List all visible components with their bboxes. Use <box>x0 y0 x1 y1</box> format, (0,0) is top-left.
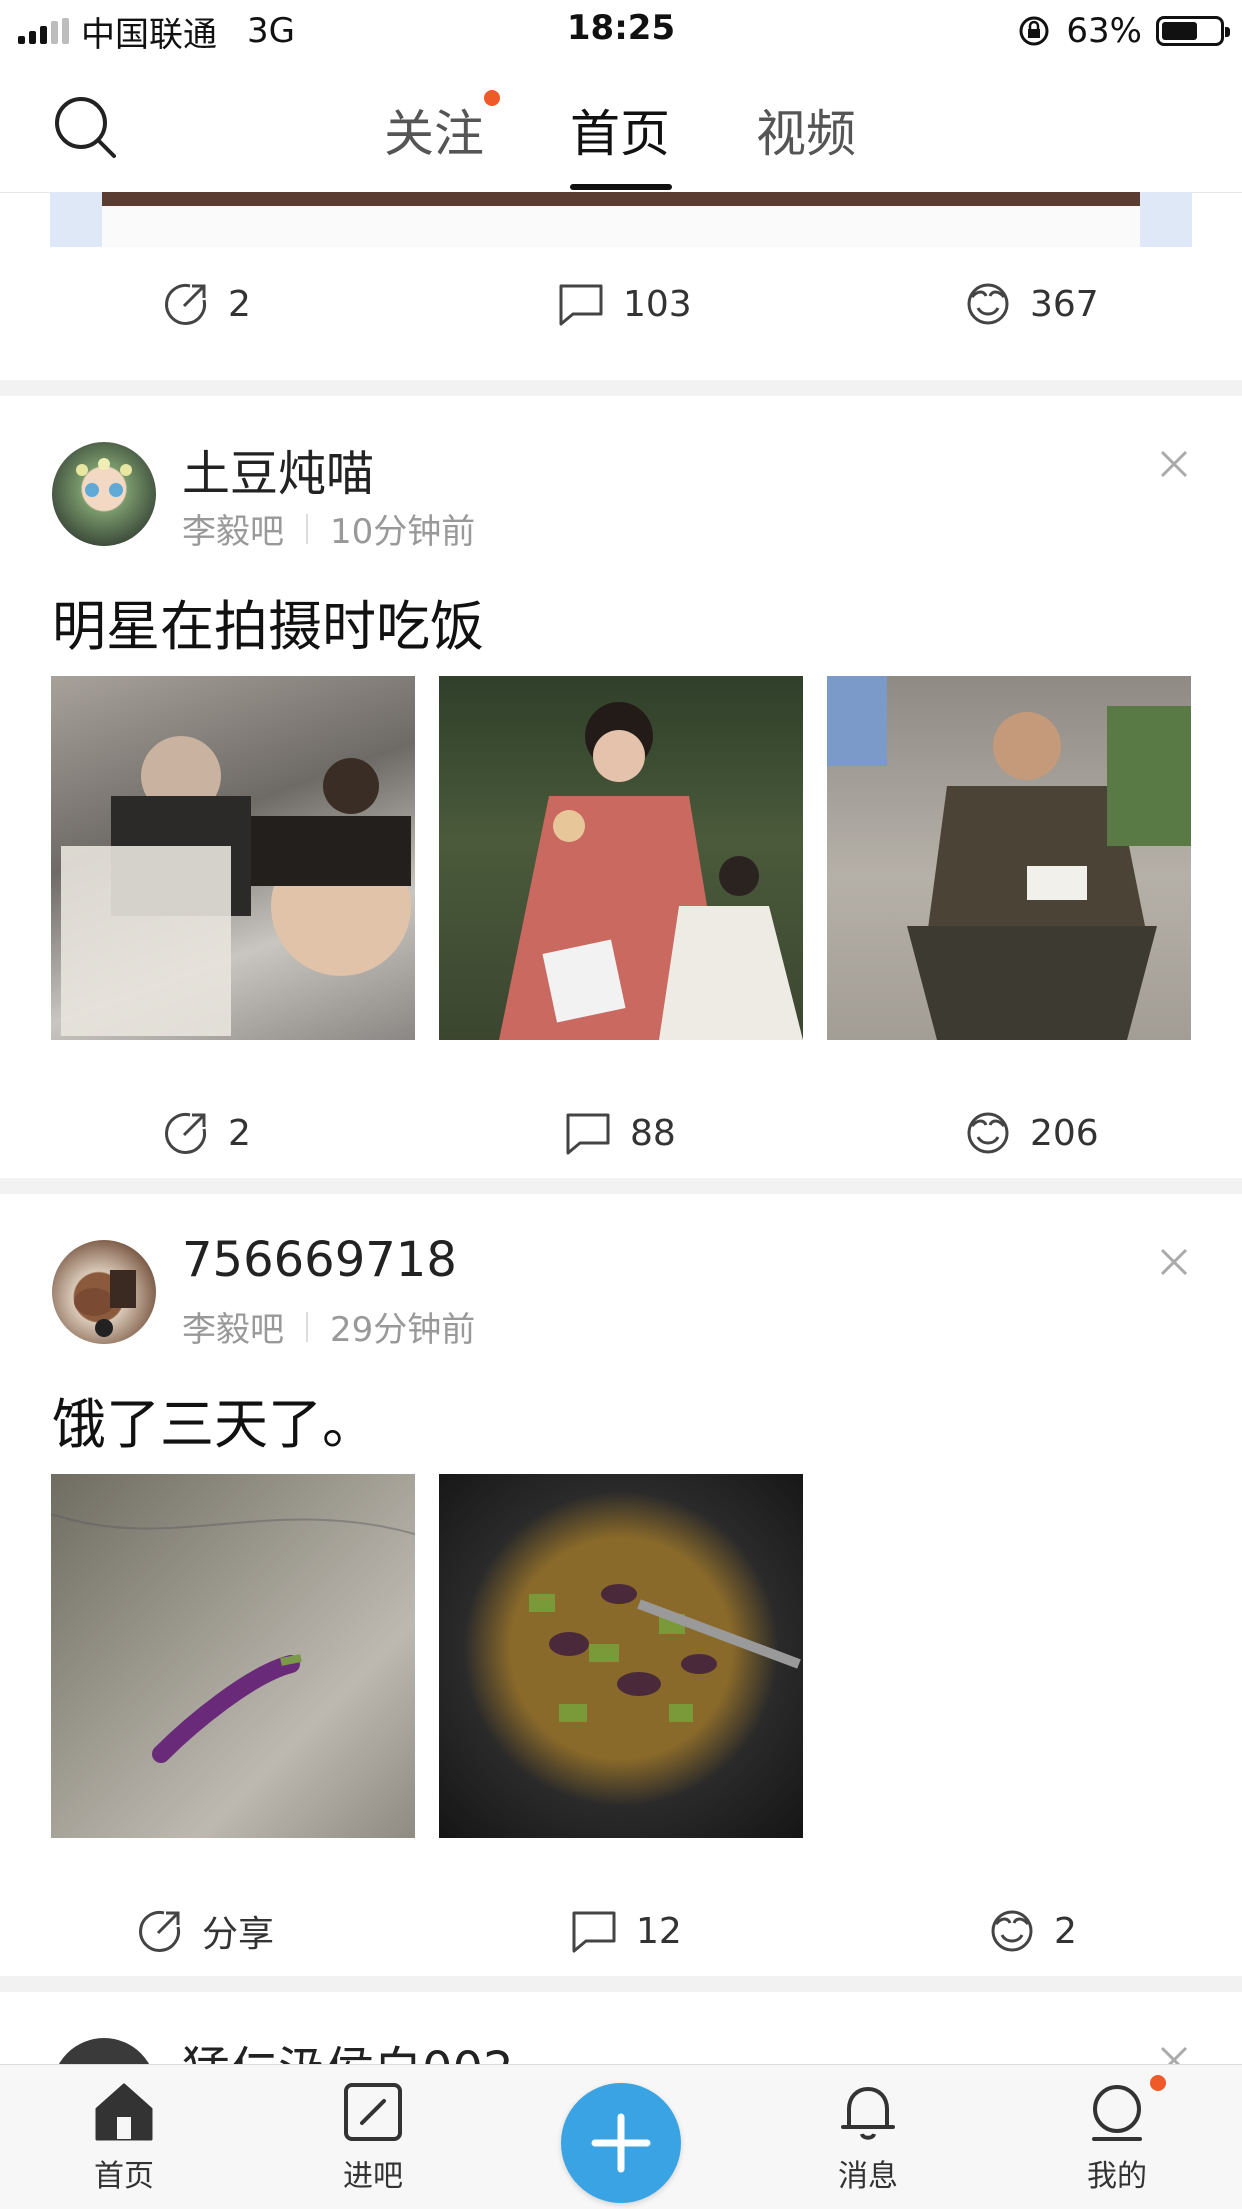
bottom-tab-bar: 首页 进吧 消息 我的 <box>0 2064 1242 2209</box>
tabbar-enter-forum-label: 进吧 <box>343 2159 403 2194</box>
share-button[interactable]: 分享 <box>136 1876 274 1986</box>
comment-icon <box>559 284 603 326</box>
share-label: 分享 <box>202 1914 275 1955</box>
like-button[interactable]: 367 <box>964 249 1099 359</box>
status-bar: 中国联通 3G 18:25 63% <box>0 0 1242 62</box>
post-separator <box>0 1976 1242 1992</box>
post-image[interactable] <box>51 676 415 1040</box>
share-count: 2 <box>228 1112 251 1154</box>
post-time: 10分钟前 <box>330 512 476 552</box>
search-icon[interactable] <box>52 94 118 160</box>
previous-post-actions: 2 103 367 <box>0 249 1242 359</box>
profile-icon <box>1092 2085 1142 2141</box>
post-card[interactable]: 756669718 李毅吧 29分钟前 饿了三天了。 分享 12 2 <box>0 1194 1242 2064</box>
post-create-button[interactable] <box>561 2083 681 2203</box>
battery-icon <box>1156 16 1230 46</box>
orientation-lock-icon <box>1019 16 1049 46</box>
forum-name[interactable]: 李毅吧 <box>182 504 284 553</box>
like-face-icon <box>967 1112 1009 1154</box>
post-separator <box>0 380 1242 396</box>
tabbar-home[interactable]: 首页 <box>54 2079 194 2195</box>
comment-count: 12 <box>636 1910 682 1952</box>
avatar[interactable] <box>52 1240 156 1344</box>
post-meta: 李毅吧 29分钟前 <box>182 1302 475 1351</box>
post-actions: 分享 12 2 <box>0 1876 1242 1986</box>
post-card-partial[interactable]: 猛仁汲侯白002 <box>0 1992 1242 2064</box>
tabbar-profile-label: 我的 <box>1087 2159 1147 2194</box>
forum-name[interactable]: 李毅吧 <box>182 1302 284 1351</box>
tabbar-enter-forum[interactable]: 进吧 <box>303 2079 443 2195</box>
comment-button[interactable]: 12 <box>570 1876 682 1986</box>
comment-count: 103 <box>623 283 692 325</box>
post-separator <box>0 1178 1242 1194</box>
share-button[interactable]: 2 <box>162 249 251 359</box>
previous-post-image[interactable] <box>50 192 1192 247</box>
tab-follow[interactable]: 关注 <box>384 94 484 166</box>
comment-count: 88 <box>630 1112 676 1154</box>
tab-home[interactable]: 首页 <box>570 94 670 166</box>
like-button[interactable]: 2 <box>988 1876 1077 1986</box>
post-meta: 李毅吧 10分钟前 <box>182 504 475 553</box>
like-face-icon <box>967 283 1009 325</box>
post-image[interactable] <box>439 676 803 1040</box>
tab-video[interactable]: 视频 <box>756 94 856 166</box>
post-text[interactable]: 明星在拍摄时吃饭 <box>52 582 484 661</box>
close-icon[interactable] <box>1156 446 1192 482</box>
like-count: 206 <box>1030 1112 1099 1154</box>
tabbar-profile[interactable]: 我的 <box>1047 2079 1187 2195</box>
avatar[interactable] <box>52 442 156 546</box>
feed[interactable]: 2 103 367 土豆炖喵 李毅吧 10分钟前 明星在拍摄时吃饭 2 88 2… <box>0 192 1242 2064</box>
edit-icon <box>344 2083 402 2141</box>
top-nav: 关注 首页 视频 <box>0 62 1242 193</box>
comment-icon <box>572 1911 616 1953</box>
username[interactable]: 756669718 <box>182 1232 457 1288</box>
post-text[interactable]: 饿了三天了。 <box>52 1380 376 1459</box>
profile-badge <box>1150 2075 1166 2091</box>
like-count: 2 <box>1054 1910 1077 1952</box>
share-icon <box>165 283 207 325</box>
post-actions: 2 88 206 <box>0 1078 1242 1188</box>
follow-badge <box>484 90 500 106</box>
active-tab-indicator <box>570 184 672 190</box>
close-icon[interactable] <box>1156 2042 1192 2064</box>
plus-icon <box>591 2113 651 2173</box>
avatar[interactable] <box>52 2038 156 2064</box>
post-time: 29分钟前 <box>330 1310 476 1350</box>
home-icon <box>95 2083 153 2141</box>
post-image[interactable] <box>439 1474 803 1838</box>
username[interactable]: 猛仁汲侯白002 <box>182 2030 514 2064</box>
close-icon[interactable] <box>1156 1244 1192 1280</box>
battery-percent: 63% <box>1066 11 1142 51</box>
post-image[interactable] <box>827 676 1191 1040</box>
tabbar-home-label: 首页 <box>94 2159 154 2194</box>
comment-icon <box>566 1113 610 1155</box>
share-icon <box>139 1910 181 1952</box>
status-right: 63% <box>1016 8 1230 54</box>
share-button[interactable]: 2 <box>162 1078 251 1188</box>
share-icon <box>165 1112 207 1154</box>
tabbar-messages-label: 消息 <box>838 2159 898 2194</box>
post-image[interactable] <box>51 1474 415 1838</box>
like-button[interactable]: 206 <box>964 1078 1099 1188</box>
share-count: 2 <box>228 283 251 325</box>
like-count: 367 <box>1030 283 1099 325</box>
tabbar-messages[interactable]: 消息 <box>798 2079 938 2195</box>
bell-icon <box>841 2087 895 2140</box>
username[interactable]: 土豆炖喵 <box>182 434 374 504</box>
comment-button[interactable]: 88 <box>564 1078 676 1188</box>
comment-button[interactable]: 103 <box>557 249 692 359</box>
like-face-icon <box>991 1910 1033 1952</box>
